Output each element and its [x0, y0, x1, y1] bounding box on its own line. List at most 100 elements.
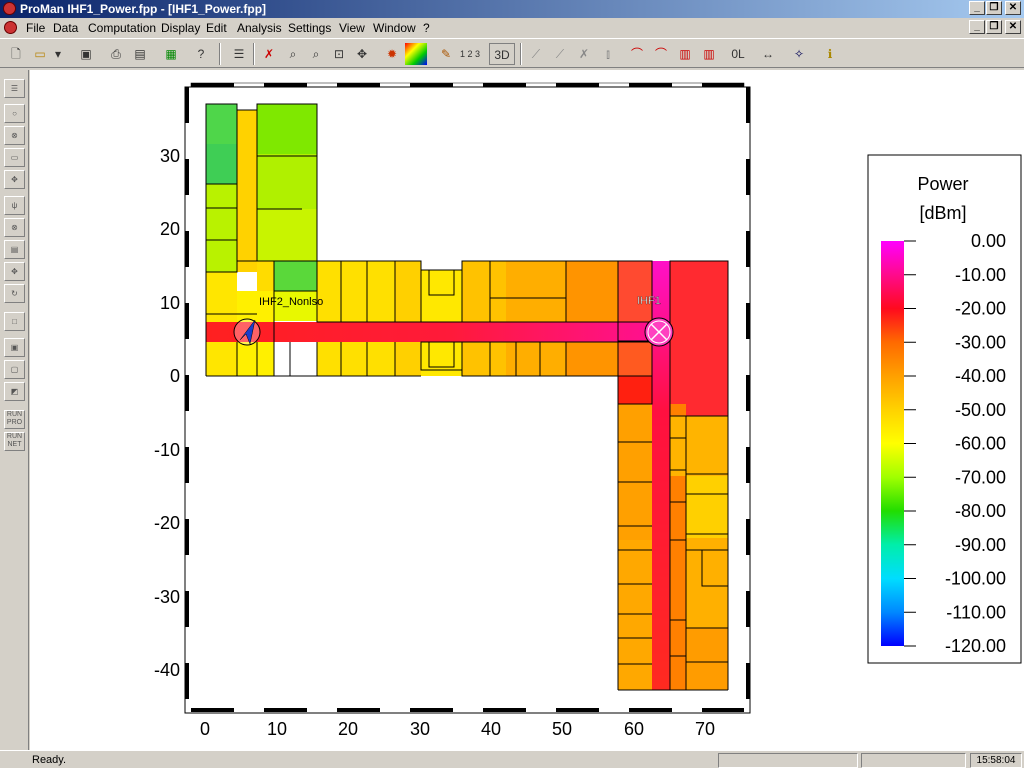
map-workspace[interactable]: IHF2_Nonlso IHF1 0 10 20 30 40 50 60 70 … — [30, 70, 1024, 750]
zoom-out-icon[interactable]: ⌕ — [282, 43, 304, 65]
rotate-icon[interactable]: ↻ — [4, 284, 25, 303]
menu-display[interactable]: Display — [161, 21, 200, 35]
square-double-icon[interactable]: ▢ — [4, 360, 25, 379]
x-tick-label: 60 — [624, 719, 644, 739]
menu-view[interactable]: View — [339, 21, 365, 35]
analysis-icon[interactable]: ⌒ — [626, 43, 648, 65]
histogram-icon[interactable]: ▥ — [674, 43, 696, 65]
y-tick-label: -40 — [154, 660, 180, 680]
menu-analysis[interactable]: Analysis — [237, 21, 282, 35]
x-tick-label: 0 — [200, 719, 210, 739]
menu-edit[interactable]: Edit — [206, 21, 227, 35]
list-icon[interactable]: ☰ — [228, 43, 250, 65]
y-tick-label: 0 — [170, 366, 180, 386]
run-pro-icon[interactable]: RUN PRO — [4, 410, 25, 429]
curve-icon[interactable]: ⟋ — [525, 43, 547, 65]
zoom-fit-icon[interactable]: ⊡ — [328, 43, 350, 65]
layers-icon[interactable]: ▭ — [4, 148, 25, 167]
print-icon[interactable]: ⎙ — [105, 43, 127, 65]
delete-icon[interactable]: ✗ — [258, 43, 280, 65]
legend-label: -100.00 — [945, 569, 1006, 589]
legend-label: -70.00 — [955, 467, 1006, 487]
window-title: ProMan IHF1_Power.fpp - [IHF1_Power.fpp] — [20, 2, 267, 16]
main-toolbar: 🗋 ▭ ▾ ▣ ⎙ ▤ ▦ ? ☰ ✗ ⌕ ⌕ ⊡ ✥ ✹ ✎ 1 2 3 3D… — [0, 38, 1024, 68]
minimize-button[interactable]: _ — [969, 1, 985, 15]
legend-label: -50.00 — [955, 400, 1006, 420]
legend-label: -40.00 — [955, 366, 1006, 386]
legend-label: -30.00 — [955, 332, 1006, 352]
zero-level-icon[interactable]: 0L — [727, 43, 749, 65]
transmitter-ihf1-label: IHF1 — [637, 295, 661, 307]
legend-title: Power — [917, 174, 968, 194]
mdi-close-button[interactable]: ✕ — [1005, 20, 1021, 34]
dropdown-arrow-icon[interactable]: ▾ — [51, 43, 65, 65]
3d-view-icon[interactable]: 3D — [489, 43, 515, 65]
legend-label: -10.00 — [955, 265, 1006, 285]
tools-icon[interactable]: ✧ — [788, 43, 810, 65]
pencil-icon[interactable]: ✎ — [435, 43, 457, 65]
circle-cross-icon[interactable]: ⊗ — [4, 126, 25, 145]
y-tick-label: -20 — [154, 513, 180, 533]
document-icon[interactable] — [4, 21, 17, 34]
analysis-cursor-icon[interactable]: ⌒ — [650, 43, 672, 65]
curve-edit-icon[interactable]: ⟋ — [549, 43, 571, 65]
menu-window[interactable]: Window — [373, 21, 416, 35]
antenna-cross-icon[interactable]: ⊗ — [4, 218, 25, 237]
square-inner-icon[interactable]: ▣ — [4, 338, 25, 357]
mdi-restore-button[interactable]: ❐ — [986, 20, 1002, 34]
transmitter-ihf1[interactable] — [644, 317, 674, 347]
target-icon[interactable]: ✥ — [4, 170, 25, 189]
x-tick-label: 70 — [695, 719, 715, 739]
numbering-icon[interactable]: 1 2 3 — [459, 43, 481, 65]
mdi-minimize-button[interactable]: _ — [969, 20, 985, 34]
corridor-horizontal — [206, 322, 652, 342]
power-legend: Power [dBm] 0.00 -10.00 -20.00 -30.00 -40.00… — [867, 154, 1022, 664]
run-net-icon[interactable]: RUN NET — [4, 432, 25, 451]
window-title-bar: ProMan IHF1_Power.fpp - [IHF1_Power.fpp] — [0, 0, 1024, 18]
menu-file[interactable]: File — [26, 21, 45, 35]
legend-label: -120.00 — [945, 636, 1006, 656]
status-panel — [718, 753, 858, 768]
bar-chart-icon[interactable]: ⫾ — [597, 43, 619, 65]
settings-gear-icon[interactable]: ✹ — [381, 43, 403, 65]
y-axis: 30 20 10 0 -10 -20 -30 -40 — [154, 146, 180, 680]
y-tick-label: -30 — [154, 587, 180, 607]
save-icon[interactable]: ▣ — [75, 43, 97, 65]
histogram-red-icon[interactable]: ▥ — [698, 43, 720, 65]
new-file-icon[interactable]: 🗋 — [5, 43, 27, 65]
legend-label: -60.00 — [955, 434, 1006, 454]
status-text: Ready. — [32, 754, 67, 766]
map-icon[interactable]: ▦ — [160, 43, 182, 65]
antenna-icon[interactable]: ψ — [4, 196, 25, 215]
toolbar-separator — [520, 43, 522, 65]
curve-delete-icon[interactable]: ✗ — [573, 43, 595, 65]
square-diagonal-icon[interactable]: ◩ — [4, 382, 25, 401]
coverage-map[interactable]: IHF2_Nonlso IHF1 0 10 20 30 40 50 60 70 … — [30, 70, 1024, 750]
status-clock: 15:58:04 — [970, 753, 1022, 768]
circle-icon[interactable]: ○ — [4, 104, 25, 123]
legend-label: 0.00 — [971, 231, 1006, 251]
coverage-horizontal-wing — [206, 261, 618, 376]
square-icon[interactable]: □ — [4, 312, 25, 331]
app-icon — [3, 2, 16, 15]
tree-icon[interactable]: ☰ — [4, 79, 25, 98]
restore-button[interactable]: ❐ — [986, 1, 1002, 15]
close-button[interactable]: ✕ — [1005, 1, 1021, 15]
move-icon[interactable]: ✥ — [4, 262, 25, 281]
measure-distance-icon[interactable]: ↔ — [757, 43, 779, 65]
menu-help[interactable]: ? — [423, 21, 430, 35]
transmitter-ihf2[interactable] — [233, 318, 261, 346]
open-folder-icon[interactable]: ▭ — [29, 43, 51, 65]
info-icon[interactable]: ℹ — [819, 43, 841, 65]
help-icon[interactable]: ? — [190, 43, 212, 65]
menu-computation[interactable]: Computation — [88, 21, 156, 35]
menu-bar: File Data Computation Display Edit Analy… — [0, 18, 1024, 38]
color-palette-icon[interactable] — [405, 43, 427, 65]
print-preview-icon[interactable]: ▤ — [129, 43, 151, 65]
pan-icon[interactable]: ✥ — [351, 43, 373, 65]
legend-color-bar — [881, 241, 904, 646]
zoom-in-icon[interactable]: ⌕ — [305, 43, 327, 65]
menu-settings[interactable]: Settings — [288, 21, 331, 35]
menu-data[interactable]: Data — [53, 21, 78, 35]
properties-icon[interactable]: ▤ — [4, 240, 25, 259]
